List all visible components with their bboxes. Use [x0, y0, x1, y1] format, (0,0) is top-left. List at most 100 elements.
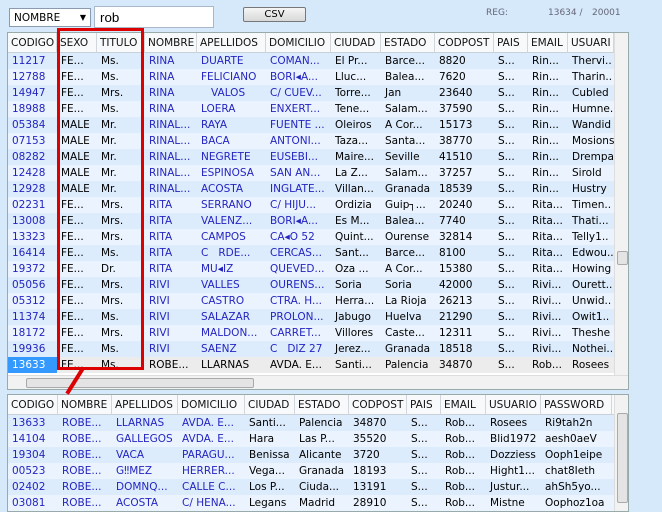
cell-estado: A Cor... [385, 263, 423, 275]
column-header-ciudad[interactable]: CIUDAD [245, 395, 295, 415]
column-header-codpost[interactable]: CODPOST [435, 33, 494, 53]
cell-sexo: FE... [61, 263, 84, 275]
table-row[interactable]: 11217 FE... Ms. RINA DUARTE COMAN... El Pr... B… [8, 53, 614, 69]
column-header-codigo[interactable]: CODIGO [8, 395, 58, 415]
table-row[interactable]: 13323 FE... Mrs. RITA CAMPOS CA◂O 52 Quint... O… [8, 229, 614, 245]
table-row[interactable]: 03081 ROBE... ACOSTA C/ HENA... Legans Madrid… [8, 495, 614, 511]
cell-apellidos: FELICIANO [201, 71, 257, 83]
table-row[interactable]: 13633 ROBE... LLARNAS AVDA. E... Santi... Pal… [8, 415, 614, 431]
column-header-email[interactable]: EMAIL [528, 33, 568, 53]
column-header-apellidos[interactable]: APELLIDOS [112, 395, 178, 415]
column-header-pais[interactable]: PAIS [407, 395, 441, 415]
table-row[interactable]: 13633 FE... Ms. ROBE... LLARNAS AVDA. E... San… [8, 357, 614, 373]
column-header-nombre[interactable]: NOMBRE [58, 395, 112, 415]
column-header-ciudad[interactable]: CIUDAD [331, 33, 381, 53]
cell-titulo: Mr. [101, 183, 117, 195]
cell-nombre: ROBE... [62, 417, 102, 429]
cell-titulo: Mrs. [101, 279, 124, 291]
cell-codigo: 05312 [12, 295, 46, 307]
cell-codigo: 19372 [12, 263, 46, 275]
vertical-scrollbar[interactable] [614, 33, 628, 375]
cell-usuari: Cubled [572, 87, 609, 99]
cell-email: Rita... [532, 263, 563, 275]
reg-current: 13634 / [548, 8, 583, 18]
table-row[interactable]: 00523 ROBE... G‼MEZ HERRER... Vega... Granada… [8, 463, 614, 479]
column-header-usuario[interactable]: USUARIO [486, 395, 541, 415]
table-row[interactable]: 12788 FE... Ms. RINA FELICIANO BORI◂A... Lluc.… [8, 69, 614, 85]
table-row[interactable]: 19304 ROBE... VACA PARAGU... Benissa Alicante… [8, 447, 614, 463]
cell-domicilio: COMAN... [270, 55, 320, 67]
column-header-estado[interactable]: ESTADO [295, 395, 349, 415]
scroll-thumb[interactable] [617, 413, 628, 503]
cell-pais: S... [411, 481, 428, 493]
column-header-password[interactable]: PASSWORD [541, 395, 612, 415]
cell-codpost: 18193 [353, 465, 387, 477]
cell-sexo: MALE [61, 135, 90, 147]
column-header-nombre[interactable]: NOMBRE [145, 33, 197, 53]
cell-codpost: 34870 [353, 417, 387, 429]
table-row[interactable]: 05056 FE... Mrs. RIVI VALLES OURENS... Soria So… [8, 277, 614, 293]
table-row[interactable]: 19372 FE... Dr. RITA MU◂IZ QUEVED... Oza ... A … [8, 261, 614, 277]
table-row[interactable]: 13008 FE... Mrs. RITA VALENZ... BORI◂A... Es M… [8, 213, 614, 229]
column-header-domicilio[interactable]: DOMICILIO [178, 395, 245, 415]
cell-codpost: 7620 [439, 71, 466, 83]
column-header-estado[interactable]: ESTADO [381, 33, 435, 53]
cell-email: Rin... [532, 167, 559, 179]
cell-ciudad: El Pr... [335, 55, 368, 67]
cell-email: Rin... [532, 103, 559, 115]
table-row[interactable]: 05384 MALE Mr. RINAL... RAYA FUENTE ... Oleiro… [8, 117, 614, 133]
table-row[interactable]: 14947 FE... Mrs. RINA VALOS C/ CUEV... Torre.… [8, 85, 614, 101]
table-row[interactable]: 19936 FE... Ms. RIVI SAENZ C DIZ 27 Jerez... Gr… [8, 341, 614, 357]
cell-pais: S... [498, 247, 515, 259]
cell-estado: Las P... [299, 433, 335, 445]
column-header-domicilio[interactable]: DOMICILIO [266, 33, 331, 53]
cell-estado: Santa... [385, 135, 426, 147]
cell-titulo: Mrs. [101, 295, 124, 307]
cell-sexo: FE... [61, 199, 84, 211]
cell-domicilio: AVDA. E... [182, 433, 234, 445]
table-row[interactable]: 12428 MALE Mr. RINAL... ESPINOSA SAN AN... La … [8, 165, 614, 181]
column-header-email[interactable]: EMAIL [441, 395, 486, 415]
table-row[interactable]: 14104 ROBE... GALLEGOS AVDA. E... Hara Las P.… [8, 431, 614, 447]
table-row[interactable]: 05312 FE... Mrs. RIVI CASTRO CTRA. H... Herra.… [8, 293, 614, 309]
field-select[interactable]: NOMBRE ▼ [9, 8, 91, 27]
table-row[interactable]: 18988 FE... Ms. RINA LOERA ENXERT... Tene... Sa… [8, 101, 614, 117]
column-header-titulo[interactable]: TITULO [97, 33, 145, 53]
result-table: CODIGO NOMBRE APELLIDOS DOMICILIO CIUDAD ESTA… [7, 394, 629, 512]
table-row[interactable]: 18172 FE... Mrs. RIVI MALDON... CARRET... Vill… [8, 325, 614, 341]
cell-nombre: RINAL... [149, 119, 191, 131]
cell-titulo: Mrs. [101, 231, 124, 243]
cell-domicilio: BORI◂A... [270, 215, 318, 227]
scroll-thumb[interactable] [26, 378, 254, 388]
table-row[interactable]: 07153 MALE Mr. RINAL... BACA ANTONI... Taza...… [8, 133, 614, 149]
cell-apellidos: DOMNQ... [116, 481, 168, 493]
cell-email: Rivi... [532, 279, 562, 291]
column-header-usuari[interactable]: USUARI [568, 33, 614, 53]
cell-domicilio: OURENS... [270, 279, 325, 291]
cell-apellidos: SAENZ [201, 343, 237, 355]
cell-sexo: MALE [61, 183, 90, 195]
table-row[interactable]: 02402 ROBE... DOMNQ... CALLE C... Los P... Ci… [8, 479, 614, 495]
csv-button[interactable]: CSV [243, 7, 306, 22]
column-header-codpost[interactable]: CODPOST [349, 395, 407, 415]
column-header-codigo[interactable]: CODIGO [8, 33, 57, 53]
table-row[interactable]: 16414 FE... Ms. RITA C RDE... CERCAS... Sant..… [8, 245, 614, 261]
cell-usuari: Wandid [572, 119, 612, 131]
table-row[interactable]: 12928 MALE Mr. RINAL... ACOSTA INGLATE... Vill… [8, 181, 614, 197]
table-row[interactable]: 08282 MALE Mr. RINAL... NEGRETE EUSEBI... Mair… [8, 149, 614, 165]
scroll-thumb[interactable] [617, 251, 628, 265]
vertical-scrollbar[interactable] [614, 395, 628, 511]
cell-codpost: 8820 [439, 55, 466, 67]
horizontal-scrollbar[interactable] [8, 375, 628, 389]
cell-titulo: Mr. [101, 151, 117, 163]
search-input[interactable] [94, 6, 214, 28]
column-header-pais[interactable]: PAIS [494, 33, 528, 53]
column-header-apellidos[interactable]: APELLIDOS [197, 33, 266, 53]
cell-pais: S... [498, 183, 515, 195]
table-row[interactable]: 02231 FE... Mrs. RITA SERRANO C/ HIJU... Ordiz… [8, 197, 614, 213]
column-header-sexo[interactable]: SEXO [57, 33, 97, 53]
cell-codpost: 18539 [439, 183, 473, 195]
cell-domicilio: CERCAS... [270, 247, 322, 259]
table-row[interactable]: 11374 FE... Ms. RIVI SALAZAR PROLON... Jabugo H… [8, 309, 614, 325]
cell-codigo: 19936 [12, 343, 46, 355]
